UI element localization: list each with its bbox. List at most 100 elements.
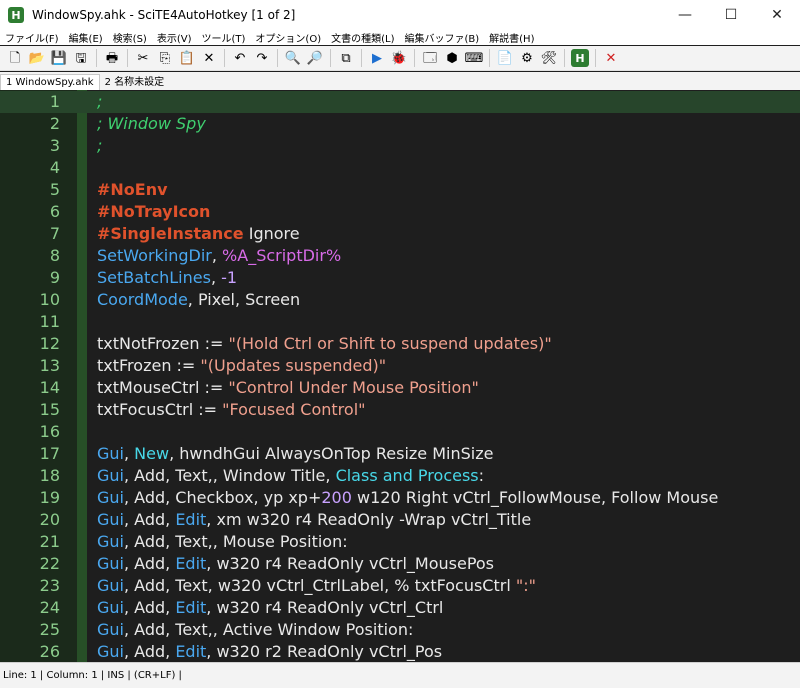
compare-icon[interactable]: ⧉ — [337, 49, 355, 67]
tab-untitled[interactable]: 2 名称未設定 — [100, 71, 170, 90]
code-line[interactable]: 23 Gui, Add, Text, w320 vCtrl_CtrlLabel, … — [0, 575, 800, 597]
code-line[interactable]: 9 SetBatchLines, -1 — [0, 267, 800, 289]
code-line[interactable]: 25 Gui, Add, Text,, Active Window Positio… — [0, 619, 800, 641]
code-line[interactable]: 13 txtFrozen := "(Updates suspended)" — [0, 355, 800, 377]
code-text: SetWorkingDir, %A_ScriptDir% — [97, 245, 341, 267]
debug-icon[interactable]: 🐞 — [390, 49, 408, 67]
menu-search[interactable]: 検索(S) — [108, 30, 152, 45]
code-line[interactable]: 20 Gui, Add, Edit, xm w320 r4 ReadOnly -W… — [0, 509, 800, 531]
toolbar-separator — [361, 49, 362, 67]
undo-icon[interactable]: ↶ — [231, 49, 249, 67]
code-token: , Add, — [123, 510, 176, 529]
replace-icon[interactable]: 🔎 — [306, 49, 324, 67]
redo-icon[interactable]: ↷ — [253, 49, 271, 67]
code-token: Gui — [97, 532, 124, 551]
code-token: #NoEnv — [97, 180, 168, 199]
code-line[interactable]: 19 Gui, Add, Checkbox, yp xp+200 w120 Rig… — [0, 487, 800, 509]
tools-icon[interactable]: 🛠 — [540, 49, 558, 67]
toolbar-separator — [595, 49, 596, 67]
save-all-icon[interactable]: 🖫 — [72, 49, 90, 67]
code-text: Gui, Add, Text,, Mouse Position: — [97, 531, 348, 553]
ahk-icon[interactable]: H — [571, 49, 589, 67]
settings-icon[interactable]: ⚙ — [518, 49, 536, 67]
code-line[interactable]: 21 Gui, Add, Text,, Mouse Position: — [0, 531, 800, 553]
line-number: 1 — [49, 92, 60, 111]
menu-buffers[interactable]: 編集バッファ(B) — [399, 30, 484, 45]
code-token: ; Window Spy — [97, 114, 206, 133]
code-line[interactable]: 8 SetWorkingDir, %A_ScriptDir% — [0, 245, 800, 267]
find-icon[interactable]: 🔍 — [284, 49, 302, 67]
code-line[interactable]: 14 txtMouseCtrl := "Control Under Mouse P… — [0, 377, 800, 399]
box-icon[interactable]: ⬢ — [443, 49, 461, 67]
minimize-button[interactable]: — — [662, 0, 708, 30]
menu-view[interactable]: 表示(V) — [152, 30, 197, 45]
window-spy-icon[interactable]: 🗔 — [421, 49, 439, 67]
paste-icon[interactable]: 📋 — [178, 49, 196, 67]
code-line[interactable]: 5 #NoEnv — [0, 179, 800, 201]
code-token: Gui — [97, 510, 124, 529]
keyboard-icon[interactable]: ⌨ — [465, 49, 484, 67]
close-x-icon[interactable]: ✕ — [602, 49, 620, 67]
line-number: 15 — [39, 400, 60, 419]
menu-language[interactable]: 文書の種類(L) — [326, 30, 399, 45]
code-text: #NoEnv — [97, 179, 168, 201]
run-icon[interactable]: ▶ — [368, 49, 386, 67]
tab-windowspy[interactable]: 1 WindowSpy.ahk — [0, 74, 100, 90]
code-text: #SingleInstance Ignore — [97, 223, 300, 245]
code-token: Gui — [97, 620, 124, 639]
line-number: 16 — [39, 422, 60, 441]
menu-edit[interactable]: 編集(E) — [64, 30, 108, 45]
code-token: Gui — [97, 576, 124, 595]
new-file-icon[interactable]: 🗋 — [6, 49, 24, 67]
code-line[interactable]: 17 Gui, New, hwndhGui AlwaysOnTop Resize … — [0, 443, 800, 465]
window-title: WindowSpy.ahk - SciTE4AutoHotkey [1 of 2… — [32, 8, 296, 22]
line-number: 17 — [39, 444, 60, 463]
code-line[interactable]: 4 — [0, 157, 800, 179]
code-text: Gui, Add, Edit, xm w320 r4 ReadOnly -Wra… — [97, 509, 531, 531]
code-line[interactable]: 15 txtFocusCtrl := "Focused Control" — [0, 399, 800, 421]
code-line[interactable]: 12 txtNotFrozen := "(Hold Ctrl or Shift t… — [0, 333, 800, 355]
delete-icon[interactable]: ✕ — [200, 49, 218, 67]
code-text: ; — [97, 135, 102, 157]
code-text: Gui, Add, Text,, Window Title, Class and… — [97, 465, 484, 487]
save-icon[interactable]: 💾 — [50, 49, 68, 67]
script-icon[interactable]: 📄 — [496, 49, 514, 67]
code-line[interactable]: 10 CoordMode, Pixel, Screen — [0, 289, 800, 311]
cut-icon[interactable]: ✂ — [134, 49, 152, 67]
code-line[interactable]: 6 #NoTrayIcon — [0, 201, 800, 223]
code-token: : — [478, 466, 485, 485]
code-token: txtMouseCtrl := — [97, 378, 229, 397]
menu-help[interactable]: 解説書(H) — [484, 30, 539, 45]
toolbar-separator — [330, 49, 331, 67]
menu-bar: ファイル(F) 編集(E) 検索(S) 表示(V) ツール(T) オプション(O… — [0, 30, 800, 45]
code-line[interactable]: 26 Gui, Add, Edit, w320 r2 ReadOnly vCtrl… — [0, 641, 800, 662]
close-button[interactable]: ✕ — [754, 0, 800, 30]
menu-file[interactable]: ファイル(F) — [0, 30, 64, 45]
code-editor[interactable]: 1; 2; Window Spy 3; 4 5 #NoEnv 6 #NoTrayIcon 7 #S… — [0, 90, 800, 662]
code-line[interactable]: 11 — [0, 311, 800, 333]
code-token: , — [123, 444, 135, 463]
toolbar-separator — [414, 49, 415, 67]
code-token: ; — [97, 92, 103, 111]
print-icon[interactable]: 🖶 — [103, 49, 121, 67]
code-line[interactable]: 7 #SingleInstance Ignore — [0, 223, 800, 245]
code-token: "(Hold Ctrl or Shift to suspend updates)… — [228, 334, 552, 353]
code-line[interactable]: 24 Gui, Add, Edit, w320 r4 ReadOnly vCtrl… — [0, 597, 800, 619]
code-token: ":" — [515, 576, 536, 595]
open-folder-icon[interactable]: 📂 — [28, 49, 46, 67]
code-line[interactable]: 16 — [0, 421, 800, 443]
code-line[interactable]: 1; — [0, 91, 800, 113]
line-number: 11 — [39, 312, 60, 331]
code-token: Gui — [97, 554, 124, 573]
toolbar: 🗋 📂 💾 🖫 🖶 ✂ ⎘ 📋 ✕ ↶ ↷ 🔍 🔎 ⧉ ▶ 🐞 🗔 ⬢ ⌨ 📄 ⚙ 🛠 H ✕ — [0, 46, 800, 71]
maximize-button[interactable]: ☐ — [708, 0, 754, 30]
code-line[interactable]: 3; — [0, 135, 800, 157]
menu-options[interactable]: オプション(O) — [250, 30, 326, 45]
menu-tools[interactable]: ツール(T) — [197, 30, 251, 45]
code-text: txtFrozen := "(Updates suspended)" — [97, 355, 386, 377]
copy-icon[interactable]: ⎘ — [156, 49, 174, 67]
code-token: , Add, Text,, Mouse Position: — [123, 532, 348, 551]
code-line[interactable]: 22 Gui, Add, Edit, w320 r4 ReadOnly vCtrl… — [0, 553, 800, 575]
code-line[interactable]: 18 Gui, Add, Text,, Window Title, Class a… — [0, 465, 800, 487]
code-line[interactable]: 2 ; Window Spy — [0, 113, 800, 135]
